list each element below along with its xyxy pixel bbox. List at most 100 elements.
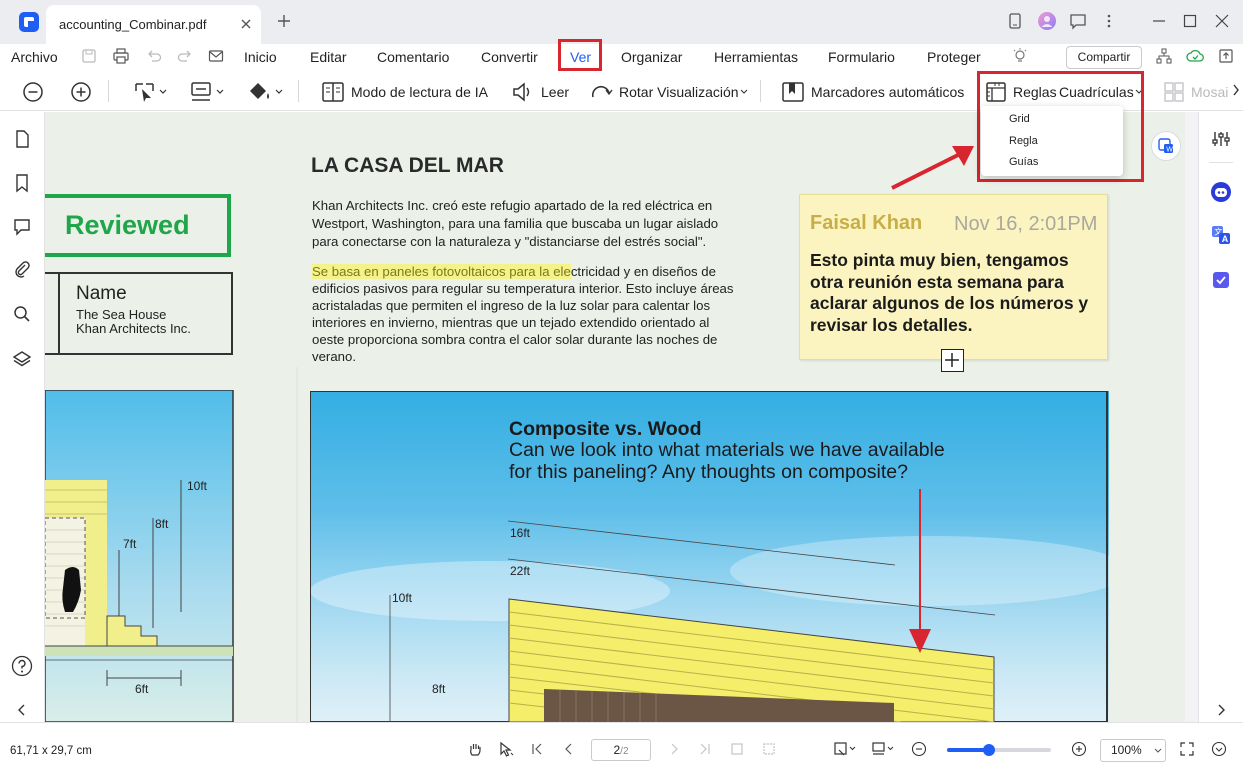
toolbar-scroll-right-icon[interactable]	[1230, 82, 1242, 98]
hand-tool-icon[interactable]	[467, 741, 483, 757]
help-icon[interactable]	[11, 655, 33, 677]
menu-organizar[interactable]: Organizar	[621, 49, 682, 65]
page-number-input[interactable]: 2/2	[591, 739, 651, 761]
page-display-dropdown[interactable]	[871, 741, 895, 757]
fullscreen-icon[interactable]	[1179, 741, 1195, 757]
dropdown-item-guias[interactable]: Guías	[1009, 156, 1038, 168]
zoom-out-button[interactable]	[22, 78, 44, 106]
properties-icon[interactable]	[1211, 129, 1231, 149]
zoom-in-status-icon[interactable]	[1071, 741, 1087, 757]
background-color-button[interactable]	[246, 78, 284, 106]
menu-convertir[interactable]: Convertir	[481, 49, 538, 65]
avatar[interactable]	[1037, 11, 1057, 31]
close-tab-icon[interactable]	[236, 14, 256, 34]
rotate-view-button[interactable]: Rotar Visualización	[589, 78, 749, 106]
menu-comentario[interactable]: Comentario	[377, 49, 449, 65]
note-text-line: aclarar algunos de los números y	[810, 293, 1089, 313]
document-canvas[interactable]: Reviewed Name The Sea House Khan Archite…	[45, 112, 1185, 722]
page-thumbnails-icon[interactable]	[12, 129, 32, 149]
comments-panel-icon[interactable]	[12, 217, 32, 237]
mosaic-button[interactable]: Mosaic	[1163, 78, 1229, 106]
menu-proteger[interactable]: Proteger	[927, 49, 981, 65]
menu-archivo[interactable]: Archivo	[11, 49, 58, 65]
auto-bookmarks-label: Marcadores automáticos	[811, 84, 965, 100]
chevron-down-icon	[1154, 748, 1162, 753]
mosaic-label: Mosaic	[1191, 84, 1229, 100]
last-page-icon[interactable]	[697, 741, 713, 757]
paint-bucket-icon	[250, 83, 283, 99]
page-layout-button[interactable]	[190, 78, 224, 106]
previous-page-icon[interactable]	[561, 741, 577, 757]
highlighted-text[interactable]: Se basa en paneles fotovoltaicos para la…	[312, 264, 571, 279]
expand-right-icon[interactable]	[1211, 700, 1231, 720]
dropdown-item-regla[interactable]: Regla	[1009, 135, 1038, 147]
collapse-left-icon[interactable]	[12, 700, 32, 720]
single-page-view-icon[interactable]	[729, 741, 745, 757]
zoom-level-select[interactable]: 100%	[1100, 739, 1166, 762]
expand-note-icon[interactable]	[941, 349, 964, 372]
connect-icon[interactable]	[1155, 47, 1173, 65]
zoom-slider-handle[interactable]	[983, 744, 995, 756]
redo-icon[interactable]	[176, 47, 194, 65]
new-tab-icon[interactable]	[275, 12, 293, 30]
device-icon[interactable]	[1005, 11, 1025, 31]
document-tab[interactable]: accounting_Combinar.pdf	[46, 5, 261, 44]
menu-editar[interactable]: Editar	[310, 49, 347, 65]
translate-icon[interactable]: 文A	[1211, 225, 1231, 245]
menu-formulario[interactable]: Formulario	[828, 49, 895, 65]
attachment-icon[interactable]	[12, 260, 32, 280]
ai-reading-mode-button[interactable]: Modo de lectura de IA	[321, 78, 488, 106]
save-icon[interactable]	[80, 47, 98, 65]
zoom-slider[interactable]	[947, 744, 1051, 756]
bookmark-panel-icon[interactable]	[12, 173, 32, 193]
close-window-icon[interactable]	[1212, 11, 1232, 31]
translate-float-button[interactable]: W	[1151, 131, 1181, 161]
maximize-icon[interactable]	[1180, 11, 1200, 31]
annotation-arrow	[891, 146, 974, 190]
paragraph-2: Se basa en paneles fotovoltaicos para la…	[312, 263, 782, 365]
reviewed-stamp[interactable]: Reviewed	[45, 194, 231, 257]
collapse-status-icon[interactable]	[1211, 741, 1227, 757]
menu-inicio[interactable]: Inicio	[244, 49, 277, 65]
paragraph-2-line: ctricidad y en diseños de	[570, 264, 716, 279]
task-check-icon[interactable]	[1211, 270, 1231, 290]
left-dim-6ft: 6ft	[135, 682, 149, 696]
page-layout-icon	[191, 82, 224, 101]
dropdown-item-grid[interactable]: Grid	[1009, 113, 1030, 125]
select-cursor-icon[interactable]	[498, 741, 514, 757]
undo-icon[interactable]	[145, 47, 163, 65]
next-page-icon[interactable]	[666, 741, 682, 757]
feedback-icon[interactable]	[1068, 11, 1088, 31]
note-text: Esto pinta muy bien, tengamos otra reuni…	[810, 250, 1105, 336]
note-text-line: revisar los detalles.	[810, 314, 973, 335]
book-icon	[322, 82, 344, 102]
left-dim-8ft: 8ft	[155, 517, 169, 531]
layers-icon[interactable]	[12, 349, 32, 369]
right-dim-16ft: 16ft	[510, 526, 531, 540]
minimize-icon[interactable]	[1149, 11, 1169, 31]
mail-icon[interactable]	[207, 47, 225, 65]
ai-reading-mode-label: Modo de lectura de IA	[351, 84, 488, 100]
read-aloud-button[interactable]: Leer	[511, 78, 569, 106]
upload-icon[interactable]	[1217, 47, 1235, 65]
vertical-scrollbar[interactable]	[1185, 112, 1198, 722]
rotate-view-label: Rotar Visualización	[619, 84, 739, 100]
select-tool-button[interactable]	[133, 78, 167, 106]
more-options-icon[interactable]	[1099, 11, 1119, 31]
ai-assistant-icon[interactable]	[1210, 181, 1231, 202]
mosaic-icon	[1164, 82, 1184, 102]
cloud-sync-icon[interactable]	[1186, 47, 1204, 65]
lightbulb-icon[interactable]	[1011, 47, 1029, 65]
share-button[interactable]: Compartir	[1066, 46, 1142, 69]
composite-text-line: for this paneling? Any thoughts on compo…	[509, 460, 908, 483]
print-icon[interactable]	[112, 47, 130, 65]
menu-herramientas[interactable]: Herramientas	[714, 49, 798, 65]
first-page-icon[interactable]	[529, 741, 545, 757]
fit-mode-dropdown[interactable]	[833, 741, 857, 757]
sticky-note[interactable]: Faisal Khan Nov 16, 2:01PM Esto pinta mu…	[799, 194, 1108, 360]
auto-bookmarks-button[interactable]: Marcadores automáticos	[781, 78, 964, 106]
zoom-out-status-icon[interactable]	[911, 741, 927, 757]
search-icon[interactable]	[12, 304, 32, 324]
two-page-view-icon[interactable]	[761, 741, 777, 757]
zoom-in-button[interactable]	[70, 78, 92, 106]
